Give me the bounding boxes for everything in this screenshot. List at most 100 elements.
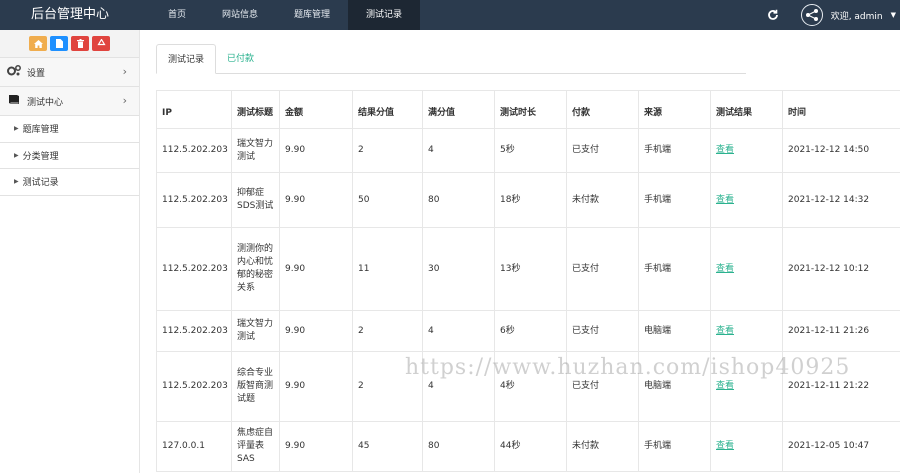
table-cell-full: 80 (422, 172, 495, 228)
table-cell-time: 2021-12-12 14:32 (782, 172, 900, 228)
records-table: IP 测试标题 金额 结果分值 满分值 测试时长 付款 来源 测试结果 时间 1… (156, 90, 900, 472)
refresh-icon[interactable] (765, 7, 781, 23)
sidebar-item-label: 测试记录 (22, 178, 59, 189)
table-cell-result: 查看 (710, 310, 783, 352)
nav-home[interactable]: 首页 (150, 0, 204, 30)
sidebar-group-test-center[interactable]: 测试中心 › (0, 87, 139, 116)
table-cell-title: 综合专业版智商测试题 (231, 351, 280, 422)
sidebar-group-settings[interactable]: 设置 › (0, 58, 139, 87)
caret-right-icon: ▶ (14, 125, 19, 133)
table-row: 127.0.0.1 焦虑症自评量表SAS 9.90 45 80 44秒 未付款 手机端 查看 20… (156, 421, 900, 472)
table-cell-score: 45 (352, 421, 423, 472)
table-cell-ip: 112.5.202.203 (156, 227, 232, 311)
nav-test-records[interactable]: 测试记录 (348, 0, 421, 30)
main-content: 测试记录 已付款 (156, 44, 900, 74)
tab-bar: 测试记录 已付款 (156, 44, 746, 74)
view-result-link[interactable]: 查看 (716, 381, 734, 391)
table-cell-time: 2021-12-11 21:22 (782, 351, 900, 422)
view-result-link[interactable]: 查看 (716, 264, 734, 274)
welcome-text[interactable]: 欢迎, admin (831, 9, 883, 22)
share-avatar-icon[interactable] (800, 4, 823, 26)
table-cell-title: 瑞文智力测试 (231, 128, 280, 173)
table-cell-source: 手机端 (638, 128, 711, 173)
table-cell-amount: 9.90 (279, 227, 353, 311)
table-cell-time: 2021-12-12 10:12 (782, 227, 900, 311)
table-cell-ip: 112.5.202.203 (156, 128, 232, 173)
table-cell-full: 4 (422, 310, 495, 352)
table-cell-full: 80 (422, 421, 495, 472)
records-table-wrap: IP 测试标题 金额 结果分值 满分值 测试时长 付款 来源 测试结果 时间 1… (156, 90, 900, 472)
home-icon[interactable] (29, 36, 47, 51)
trash-icon[interactable] (71, 36, 89, 51)
table-row: 112.5.202.203 综合专业版智商测试题 9.90 2 4 4秒 已支付 电脑端 查看 2… (156, 351, 900, 422)
sidebar-item-question-bank[interactable]: ▶ 题库管理 (0, 116, 139, 143)
table-cell-title: 焦虑症自评量表SAS (231, 421, 280, 472)
table-cell-full: 4 (422, 351, 495, 422)
view-result-link[interactable]: 查看 (716, 195, 734, 205)
top-bar: 后台管理中心 首页 网站信息 题库管理 测试记录 欢迎, admin ▼ (0, 0, 900, 30)
table-cell-score: 2 (352, 310, 423, 352)
table-cell-time: 2021-12-11 21:26 (782, 310, 900, 352)
table-cell-pay: 已支付 (566, 128, 639, 173)
column-header: IP (156, 90, 232, 129)
table-cell-time: 2021-12-05 10:47 (782, 421, 900, 472)
table-cell-ip: 127.0.0.1 (156, 421, 232, 472)
file-icon[interactable] (50, 36, 68, 51)
table-cell-pay: 已支付 (566, 310, 639, 352)
recycle-icon[interactable] (92, 36, 110, 51)
table-cell-duration: 18秒 (494, 172, 567, 228)
tab-test-records[interactable]: 测试记录 (156, 44, 217, 74)
chevron-right-icon: › (122, 94, 127, 107)
table-cell-full: 30 (422, 227, 495, 311)
table-cell-result: 查看 (710, 128, 783, 173)
caret-right-icon: ▶ (14, 151, 19, 159)
nav-site-info[interactable]: 网站信息 (204, 0, 276, 30)
caret-down-icon[interactable]: ▼ (891, 11, 896, 19)
table-cell-title: 抑郁症SDS测试 (231, 172, 280, 228)
gears-icon (6, 65, 22, 79)
table-cell-result: 查看 (710, 351, 783, 422)
table-cell-duration: 44秒 (494, 421, 567, 472)
table-cell-amount: 9.90 (279, 128, 353, 173)
table-cell-result: 查看 (710, 227, 783, 311)
table-cell-score: 2 (352, 128, 423, 173)
view-result-link[interactable]: 查看 (716, 326, 734, 336)
table-cell-title: 测测你的内心和忧郁的秘密关系 (231, 227, 280, 311)
table-cell-amount: 9.90 (279, 310, 353, 352)
table-cell-ip: 112.5.202.203 (156, 351, 232, 422)
table-cell-amount: 9.90 (279, 172, 353, 228)
table-cell-duration: 6秒 (494, 310, 567, 352)
table-cell-source: 电脑端 (638, 310, 711, 352)
caret-right-icon: ▶ (14, 178, 19, 186)
sidebar-item-label: 分类管理 (22, 151, 59, 162)
table-cell-score: 50 (352, 172, 423, 228)
tab-paid[interactable]: 已付款 (216, 44, 265, 74)
table-cell-source: 手机端 (638, 172, 711, 228)
table-cell-source: 电脑端 (638, 351, 711, 422)
table-cell-pay: 未付款 (566, 172, 639, 228)
column-header: 满分值 (422, 90, 495, 129)
column-header: 来源 (638, 90, 711, 129)
table-row: 112.5.202.203 抑郁症SDS测试 9.90 50 80 18秒 未付款 手机端 查看… (156, 172, 900, 228)
table-cell-pay: 已支付 (566, 351, 639, 422)
table-cell-source: 手机端 (638, 421, 711, 472)
view-result-link[interactable]: 查看 (716, 441, 734, 451)
table-row: 112.5.202.203 瑞文智力测试 9.90 2 4 5秒 已支付 手机端 查看 2021-… (156, 128, 900, 173)
table-cell-duration: 13秒 (494, 227, 567, 311)
sidebar-item-category[interactable]: ▶ 分类管理 (0, 142, 139, 169)
book-icon (6, 94, 22, 108)
sidebar-item-test-records[interactable]: ▶ 测试记录 (0, 169, 139, 196)
column-header: 测试结果 (710, 90, 783, 129)
column-header: 时间 (782, 90, 900, 129)
table-row: 112.5.202.203 测测你的内心和忧郁的秘密关系 9.90 11 30 13秒 已支… (156, 227, 900, 311)
nav-question-bank[interactable]: 题库管理 (276, 0, 348, 30)
table-cell-duration: 5秒 (494, 128, 567, 173)
table-cell-ip: 112.5.202.203 (156, 310, 232, 352)
table-cell-source: 手机端 (638, 227, 711, 311)
table-cell-amount: 9.90 (279, 421, 353, 472)
user-area: 欢迎, admin ▼ (765, 0, 896, 30)
table-cell-full: 4 (422, 128, 495, 173)
sidebar-group-label: 测试中心 (27, 97, 64, 108)
view-result-link[interactable]: 查看 (716, 145, 734, 155)
chevron-right-icon: › (122, 65, 127, 78)
